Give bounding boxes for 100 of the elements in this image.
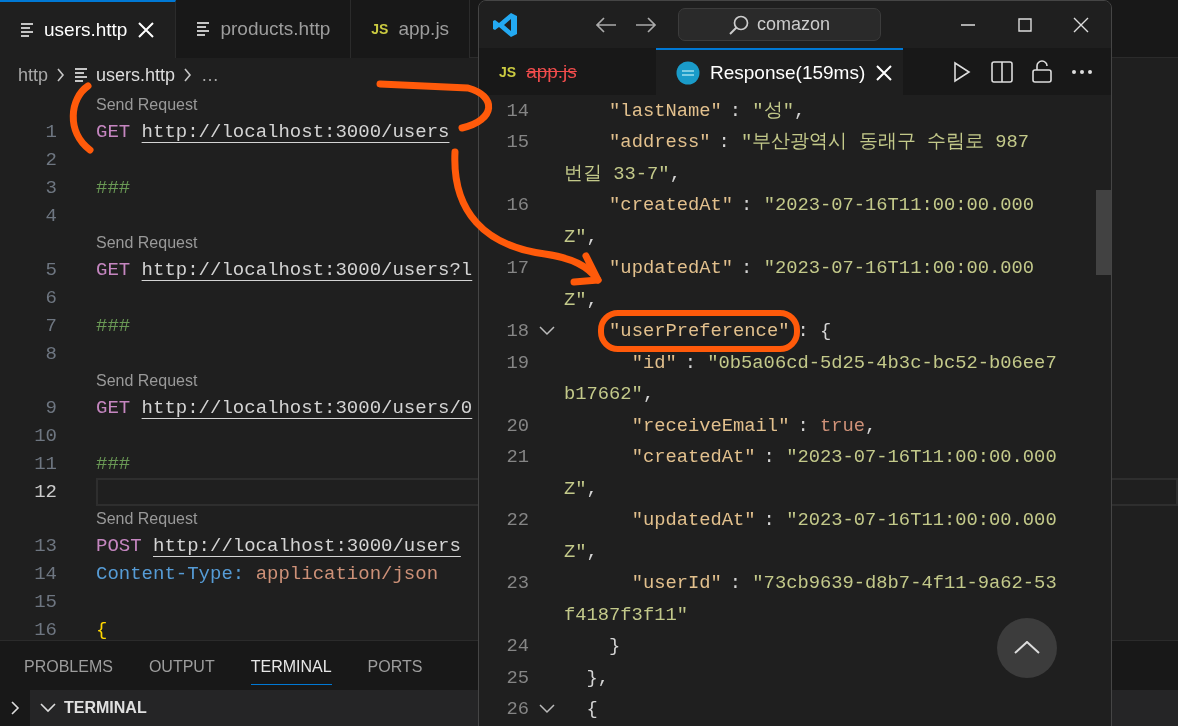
code-token: : xyxy=(763,446,776,469)
code-token: : xyxy=(684,351,697,374)
line-number: 2 xyxy=(44,148,57,173)
line-number: 15 xyxy=(505,131,529,154)
chevron-right-icon xyxy=(56,67,67,83)
breadcrumb-item[interactable]: users.http xyxy=(96,64,176,86)
send-request-link[interactable]: Send Request xyxy=(96,509,198,529)
code-token: "receiveEmail" xyxy=(631,414,790,437)
code-token: : xyxy=(729,572,743,595)
code-token: "createdAt" xyxy=(609,194,734,217)
forward-arrow-icon[interactable] xyxy=(635,16,657,34)
code-token: http://localhost:3000/users xyxy=(141,120,450,145)
code-token: ### xyxy=(96,314,131,339)
code-token: ### xyxy=(96,176,131,201)
code-token: ### xyxy=(96,452,131,477)
code-token: , xyxy=(586,225,598,248)
code-token: "성" xyxy=(752,99,794,122)
chevron-right-icon xyxy=(183,67,194,83)
split-editor-icon[interactable] xyxy=(991,60,1013,83)
close-icon[interactable] xyxy=(1073,17,1089,33)
code-token: "2023-07-16T11:00:00.000 xyxy=(786,446,1057,469)
scrollbar-thumb[interactable] xyxy=(1096,190,1111,275)
code-token: "2023-07-16T11:00:00.000 xyxy=(786,509,1057,532)
code-token: : xyxy=(741,194,754,217)
code-token: : xyxy=(729,99,743,122)
vscode-logo-icon xyxy=(492,12,518,38)
file-icon xyxy=(74,67,89,83)
code-token: Z" xyxy=(564,225,587,248)
line-number: 25 xyxy=(505,666,529,689)
send-request-link[interactable]: Send Request xyxy=(96,95,198,115)
line-number: 8 xyxy=(44,342,57,367)
code-token: }, xyxy=(586,666,610,689)
code-token: 번길 33-7" xyxy=(564,162,670,185)
editor-tab[interactable]: products.http xyxy=(176,0,352,58)
code-token: "부산광역시 동래구 수림로 987 xyxy=(741,131,1029,154)
panel-tab[interactable]: PORTS xyxy=(367,646,423,685)
code-token: : xyxy=(763,509,776,532)
code-token: } xyxy=(609,635,621,658)
logo-icon xyxy=(676,60,700,85)
code-token: "0b5a06cd-5d25-4b3c-bc52-b06ee7 xyxy=(707,351,1057,374)
panel-tab[interactable]: PROBLEMS xyxy=(24,646,113,685)
line-number: 10 xyxy=(33,424,57,449)
maximize-icon[interactable] xyxy=(1017,17,1033,33)
more-icon[interactable] xyxy=(1071,68,1093,75)
section-title[interactable]: TERMINAL xyxy=(64,699,147,717)
code-token: Z" xyxy=(564,288,587,311)
chevron-right-icon[interactable] xyxy=(9,700,21,716)
back-arrow-icon[interactable] xyxy=(595,16,617,34)
code-token: , xyxy=(793,99,806,122)
code-token: "createdAt" xyxy=(631,446,756,469)
send-request-link[interactable]: Send Request xyxy=(96,233,198,253)
line-number: 20 xyxy=(505,414,529,437)
breadcrumb-item[interactable]: … xyxy=(201,64,220,86)
code-token: POST xyxy=(96,534,142,559)
editor-tab[interactable]: users.http xyxy=(0,0,177,58)
code-token: Z" xyxy=(564,477,587,500)
code-token: , xyxy=(669,162,681,185)
panel-tab[interactable]: TERMINAL xyxy=(250,646,332,685)
code-token: "userId" xyxy=(631,572,722,595)
play-icon[interactable] xyxy=(952,60,972,83)
editor-tab[interactable]: Response(159ms) xyxy=(656,48,903,95)
lock-icon[interactable] xyxy=(1032,60,1052,83)
code-token: application/json xyxy=(255,562,439,587)
code-token: : { xyxy=(797,320,832,343)
code-token: true xyxy=(819,414,866,437)
send-request-link[interactable]: Send Request xyxy=(96,371,198,391)
js-file-icon: JS xyxy=(499,63,517,80)
line-number: 1 xyxy=(44,120,57,145)
code-token: "2023-07-16T11:00:00.000 xyxy=(763,194,1035,217)
line-number: 14 xyxy=(505,99,529,122)
breadcrumb-item[interactable]: http xyxy=(18,64,49,86)
editor-tab[interactable]: JS app.js xyxy=(479,48,656,95)
line-number: 5 xyxy=(44,258,57,283)
line-number: 22 xyxy=(505,509,529,532)
code-token: : xyxy=(797,414,810,437)
code-token: , xyxy=(865,414,877,437)
line-number: 14 xyxy=(33,562,57,587)
panel-tab[interactable]: OUTPUT xyxy=(148,646,215,685)
code-token: GET xyxy=(96,258,131,283)
code-token: Z" xyxy=(564,540,587,563)
code-token: GET xyxy=(96,396,131,421)
code-token: : xyxy=(718,131,731,154)
line-number: 18 xyxy=(505,320,529,343)
line-number: 6 xyxy=(44,286,57,311)
js-file-icon: JS xyxy=(371,21,389,37)
line-number: 19 xyxy=(505,351,529,374)
line-number: 21 xyxy=(505,446,529,469)
code-token: { xyxy=(96,618,108,640)
code-token: http://localhost:3000/users?l xyxy=(141,258,473,283)
line-number: 4 xyxy=(44,204,57,229)
code-token: f4187f3f11" xyxy=(564,603,688,626)
search-field[interactable]: comazon xyxy=(678,8,881,41)
chevron-up-icon xyxy=(1014,641,1040,655)
line-number: 9 xyxy=(44,396,57,421)
code-token: "address" xyxy=(609,131,711,154)
line-number: 24 xyxy=(505,635,529,658)
code-token: "lastName" xyxy=(609,99,722,122)
file-icon xyxy=(20,22,34,38)
editor-tab[interactable]: JS app.js xyxy=(351,0,471,58)
search-icon xyxy=(728,14,749,35)
